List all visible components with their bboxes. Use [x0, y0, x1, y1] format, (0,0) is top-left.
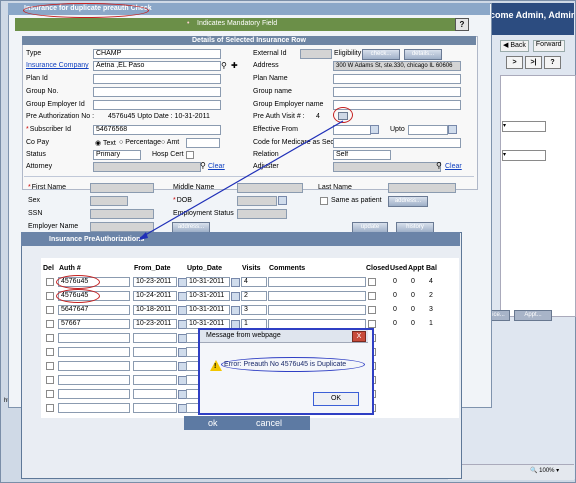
close-icon[interactable]: X: [352, 331, 366, 342]
warning-mark: !: [214, 363, 217, 370]
dialog-title: Message from webpage: [206, 332, 281, 339]
dialog-ok-button[interactable]: OK: [313, 392, 359, 406]
dialog-titlebar: Message from webpage: [200, 330, 368, 343]
message-highlight-oval: [221, 357, 365, 372]
